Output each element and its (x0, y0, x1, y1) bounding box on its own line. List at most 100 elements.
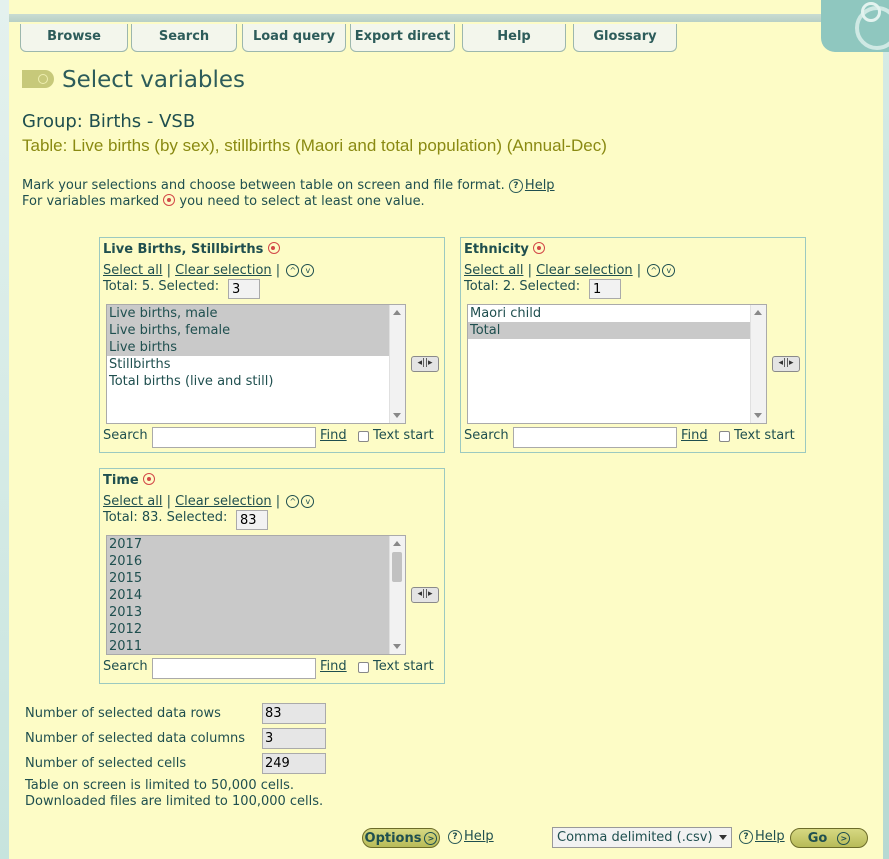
chevron-down-icon (719, 835, 727, 840)
text-start-label: Text start (373, 428, 434, 443)
total-text: Total: 83. Selected: (103, 510, 228, 525)
move-icon[interactable]: ◂||▸ (411, 587, 439, 603)
left-frame (0, 0, 9, 859)
value-listbox[interactable]: Live births, male Live births, female Li… (106, 304, 406, 424)
tab-glossary[interactable]: Glossary (573, 24, 677, 52)
sort-ascending-icon[interactable]: ^ (286, 495, 300, 508)
text-start-checkbox[interactable] (719, 431, 730, 442)
value-listbox[interactable]: Maori child Total (467, 304, 767, 424)
scrollbar[interactable] (750, 305, 766, 423)
list-item[interactable]: 2012 (107, 621, 389, 638)
variable-box-births: Live Births, Stillbirths Select all | Cl… (99, 237, 445, 453)
search-input[interactable] (513, 427, 677, 448)
tab-help[interactable]: Help (462, 24, 566, 52)
right-frame (883, 0, 889, 859)
search-label: Search (103, 659, 148, 674)
find-link[interactable]: Find (681, 428, 708, 443)
help-link[interactable]: Help (525, 178, 555, 193)
variable-box-ethnicity: Ethnicity Select all | Clear selection |… (460, 237, 806, 453)
search-input[interactable] (152, 427, 316, 448)
tab-load-query[interactable]: Load query (242, 24, 346, 52)
go-button[interactable]: Go > (790, 828, 868, 848)
instruction-text-2b: you need to select at least one value. (179, 194, 425, 209)
sort-descending-icon[interactable]: v (301, 495, 315, 508)
select-all-link[interactable]: Select all (103, 494, 162, 509)
sort-descending-icon[interactable]: v (662, 264, 676, 277)
clear-selection-link[interactable]: Clear selection (536, 263, 633, 278)
rows-value: 83 (262, 703, 326, 724)
list-item[interactable]: Total (468, 322, 750, 339)
required-icon (163, 194, 176, 206)
table-heading: Table: Live births (by sex), stillbirths… (22, 136, 607, 155)
selection-actions: Select all | Clear selection | ^ v (464, 263, 676, 278)
help-icon: ? (739, 830, 753, 844)
format-help-link[interactable]: Help (755, 829, 785, 844)
list-item[interactable]: 2013 (107, 604, 389, 621)
scrollbar[interactable] (389, 305, 405, 423)
select-all-link[interactable]: Select all (464, 263, 523, 278)
tab-search[interactable]: Search (131, 24, 237, 52)
help-icon: ? (508, 179, 523, 193)
required-icon (533, 242, 546, 254)
total-text: Total: 2. Selected: (464, 279, 581, 294)
selected-count: 1 (589, 279, 621, 299)
format-select[interactable]: Comma delimited (.csv) (552, 827, 732, 848)
text-start-label: Text start (734, 428, 795, 443)
list-item[interactable]: 2014 (107, 587, 389, 604)
sort-descending-icon[interactable]: v (301, 264, 315, 277)
list-item[interactable]: Live births (107, 339, 389, 356)
list-item[interactable]: 2017 (107, 536, 389, 553)
text-start-checkbox[interactable] (358, 431, 369, 442)
move-icon[interactable]: ◂||▸ (411, 356, 439, 372)
top-bar (9, 0, 821, 22)
value-listbox[interactable]: 2017 2016 2015 2014 2013 2012 2011 (106, 535, 406, 655)
search-label: Search (103, 428, 148, 443)
clear-selection-link[interactable]: Clear selection (175, 263, 272, 278)
instruction-line-2: For variables marked you need to select … (22, 194, 425, 209)
format-help: ? Help (739, 829, 785, 844)
options-button[interactable]: Options > (362, 828, 440, 848)
list-item[interactable]: Maori child (468, 305, 750, 322)
cols-label: Number of selected data columns (25, 731, 246, 746)
options-help-link[interactable]: Help (464, 829, 494, 844)
arrow-right-icon: > (424, 832, 438, 845)
find-link[interactable]: Find (320, 428, 347, 443)
search-input[interactable] (152, 658, 316, 679)
sort-ascending-icon[interactable]: ^ (647, 264, 661, 277)
selection-actions: Select all | Clear selection | ^ v (103, 494, 315, 509)
list-item[interactable]: 2016 (107, 553, 389, 570)
text-start-label: Text start (373, 659, 434, 674)
title-icon (22, 70, 54, 88)
list-item[interactable]: Total births (live and still) (107, 373, 389, 390)
list-item[interactable]: 2011 (107, 638, 389, 654)
list-item[interactable]: 2015 (107, 570, 389, 587)
select-all-link[interactable]: Select all (103, 263, 162, 278)
sort-ascending-icon[interactable]: ^ (286, 264, 300, 277)
group-heading: Group: Births - VSB (22, 111, 196, 132)
text-start-checkbox[interactable] (358, 662, 369, 673)
variable-title: Live Births, Stillbirths (103, 242, 280, 257)
total-text: Total: 5. Selected: (103, 279, 220, 294)
find-link[interactable]: Find (320, 659, 347, 674)
selection-actions: Select all | Clear selection | ^ v (103, 263, 315, 278)
page-title: Select variables (62, 67, 246, 93)
instruction-line-1: Mark your selections and choose between … (22, 178, 555, 193)
list-item[interactable]: Live births, male (107, 305, 389, 322)
list-item[interactable]: Live births, female (107, 322, 389, 339)
search-label: Search (464, 428, 509, 443)
clear-selection-link[interactable]: Clear selection (175, 494, 272, 509)
corner-logo (821, 0, 889, 52)
required-icon (267, 242, 280, 254)
cells-label: Number of selected cells (25, 756, 187, 771)
variable-box-time: Time Select all | Clear selection | ^ v T… (99, 468, 445, 684)
tab-export-direct[interactable]: Export direct (350, 24, 455, 52)
scrollbar[interactable] (389, 536, 405, 654)
selected-count: 83 (236, 510, 268, 530)
list-item[interactable]: Stillbirths (107, 356, 389, 373)
instruction-text-2a: For variables marked (22, 194, 160, 209)
tab-browse[interactable]: Browse (20, 24, 128, 52)
selected-count: 3 (228, 279, 260, 299)
arrow-right-icon: > (837, 832, 851, 845)
cols-value: 3 (262, 728, 326, 749)
move-icon[interactable]: ◂||▸ (772, 356, 800, 372)
